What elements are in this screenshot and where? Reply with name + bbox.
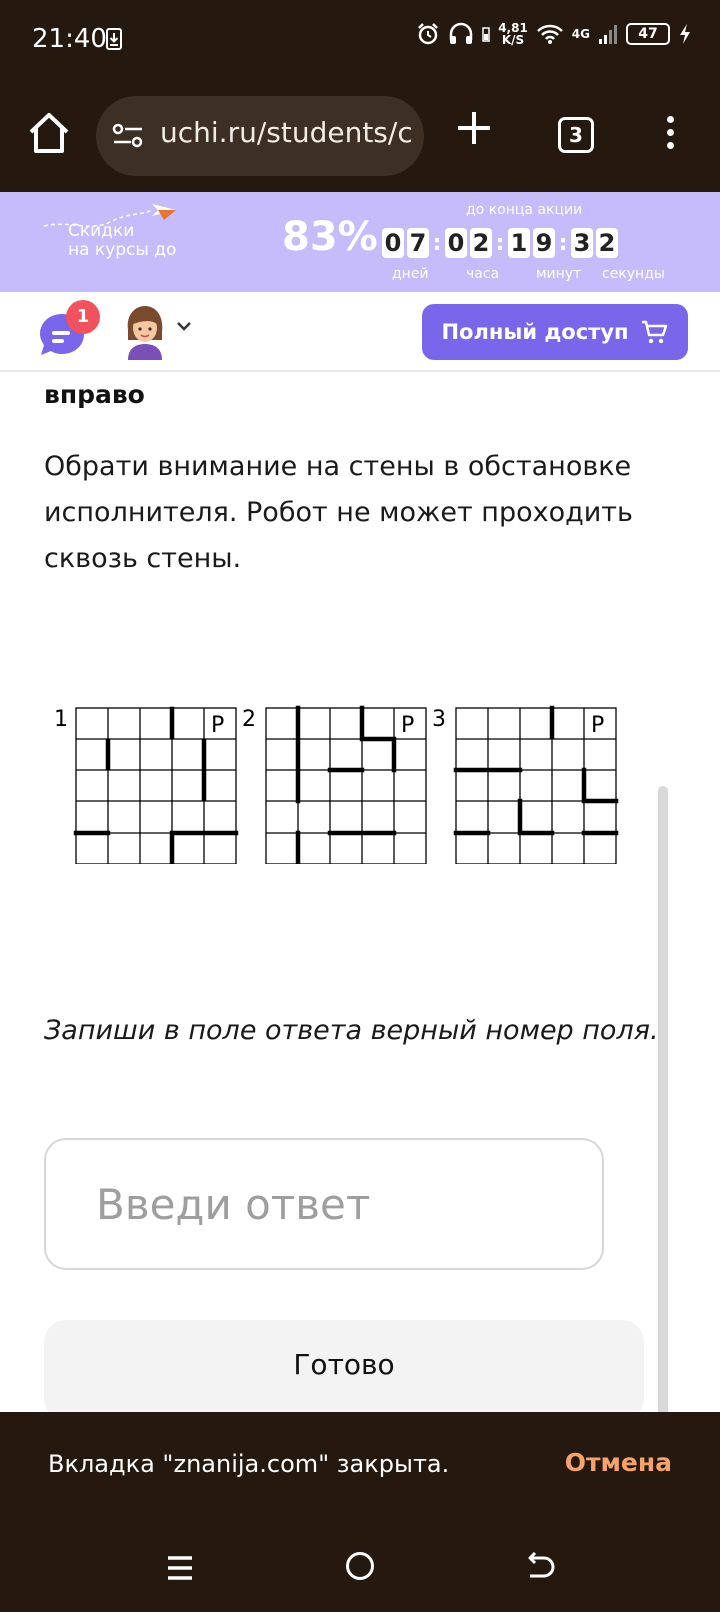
tab-switcher-button[interactable]: 3 bbox=[558, 117, 594, 153]
timer-separator: : bbox=[495, 230, 505, 256]
timer-digit: 2 bbox=[596, 228, 618, 258]
task-content: вправо Обрати внимание на стены в обстан… bbox=[0, 374, 720, 1412]
field-2-number: 2 bbox=[242, 707, 256, 732]
download-icon bbox=[106, 28, 122, 50]
timer-separator: : bbox=[432, 230, 442, 256]
timer-digit: 1 bbox=[508, 228, 530, 258]
page-scrollbar[interactable] bbox=[658, 786, 668, 1412]
full-access-button[interactable]: Полный доступ bbox=[422, 304, 688, 360]
network-type: 4G bbox=[571, 27, 590, 41]
cart-icon bbox=[641, 320, 667, 344]
undo-button[interactable]: Отмена bbox=[565, 1448, 672, 1477]
charging-icon bbox=[680, 24, 690, 44]
speed-unit: K/S bbox=[501, 33, 525, 47]
menu-dot bbox=[666, 129, 674, 136]
done-button[interactable]: Готово bbox=[44, 1320, 644, 1412]
url-text[interactable]: uchi.ru/students/c bbox=[160, 116, 413, 149]
chevron-down-icon[interactable] bbox=[176, 320, 192, 332]
timer-label-days: дней bbox=[392, 266, 429, 282]
promo-text-line1: Скидки bbox=[68, 221, 135, 241]
timer-label-minutes: минут bbox=[536, 266, 582, 282]
timer-label-hours: часа bbox=[466, 266, 500, 282]
timer-digit: 9 bbox=[533, 228, 555, 258]
snackbar-message: Вкладка "znanija.com" закрыта. bbox=[48, 1450, 450, 1478]
tab-closed-snackbar: Вкладка "znanija.com" закрыта. Отмена bbox=[0, 1412, 720, 1518]
back-icon[interactable] bbox=[526, 1552, 556, 1580]
status-time: 21:40 bbox=[32, 24, 107, 54]
battery-indicator: 47 bbox=[626, 23, 670, 45]
app-header: 1 Полный доступ bbox=[0, 292, 720, 372]
promo-percent: 83% bbox=[282, 214, 378, 260]
browser-toolbar: uchi.ru/students/c 3 bbox=[0, 80, 720, 192]
menu-dot bbox=[666, 142, 674, 149]
timer-separator: : bbox=[558, 230, 568, 256]
address-bar[interactable]: uchi.ru/students/c bbox=[96, 96, 424, 176]
home-nav-icon[interactable] bbox=[346, 1552, 374, 1580]
avatar[interactable] bbox=[122, 304, 168, 360]
plus-icon bbox=[458, 112, 490, 144]
robot-fields-image: 1 Р 2 Р 3 Р bbox=[54, 705, 619, 864]
timer-digit: 7 bbox=[407, 228, 429, 258]
field-3-robot: Р bbox=[591, 713, 604, 738]
promo-until-label: до конца акции bbox=[466, 202, 583, 218]
network-speed: 4,81 K/S bbox=[498, 22, 528, 46]
task-instruction: Обрати внимание на стены в обстановке ис… bbox=[44, 451, 633, 574]
promo-text-line2: на курсы до bbox=[68, 240, 177, 260]
wifi-icon bbox=[536, 24, 563, 44]
site-settings-icon[interactable] bbox=[112, 122, 144, 150]
field-1-number: 1 bbox=[54, 707, 68, 732]
promo-text: Скидки на курсы до bbox=[68, 222, 176, 260]
timer-label-seconds: секунды bbox=[602, 266, 665, 282]
status-icons: 4,81 K/S 4G 47 bbox=[416, 22, 692, 46]
recent-apps-icon[interactable] bbox=[166, 1554, 194, 1582]
browser-menu-button[interactable] bbox=[664, 116, 676, 156]
signal-icon bbox=[599, 25, 617, 44]
timer-digit: 2 bbox=[470, 228, 492, 258]
timer-digit: 3 bbox=[571, 228, 593, 258]
countdown-timer: 0 7 : 0 2 : 1 9 : 3 2 bbox=[382, 228, 621, 258]
system-navigation-bar bbox=[0, 1518, 720, 1612]
task-heading: вправо bbox=[44, 380, 145, 409]
home-icon[interactable] bbox=[26, 110, 72, 156]
field-1-robot: Р bbox=[211, 713, 224, 738]
promo-banner[interactable]: Скидки на курсы до 83% до конца акции 0 … bbox=[0, 192, 720, 292]
task-question: Запиши в поле ответа верный номер поля. bbox=[44, 1015, 659, 1046]
chat-badge: 1 bbox=[66, 300, 100, 334]
menu-dot bbox=[666, 116, 674, 123]
timer-digit: 0 bbox=[382, 228, 404, 258]
new-tab-button[interactable] bbox=[456, 110, 492, 152]
headphones-icon bbox=[449, 22, 473, 44]
timer-digit: 0 bbox=[445, 228, 467, 258]
alarm-icon bbox=[418, 23, 439, 45]
field-3-number: 3 bbox=[432, 707, 446, 732]
status-bar: 21:40 4,81 K/S 4G 47 bbox=[0, 0, 720, 80]
headset-battery-icon bbox=[482, 27, 490, 42]
full-access-label: Полный доступ bbox=[441, 320, 629, 344]
answer-input[interactable] bbox=[44, 1138, 604, 1270]
field-2-robot: Р bbox=[401, 713, 414, 738]
